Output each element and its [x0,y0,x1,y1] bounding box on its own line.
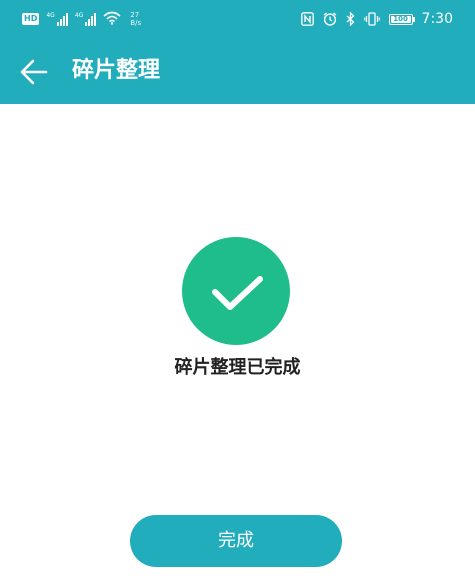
arrow-left-icon [20,59,48,85]
wifi-icon [103,10,121,29]
alarm-icon [323,12,337,26]
page-title: 碎片整理 [72,58,161,83]
bluetooth-icon [346,12,355,26]
signal-1-label: 4G [46,12,55,19]
cellular-signal-icon: 4G [46,12,68,26]
network-speed: 27 B/s [130,11,141,27]
header: HD 4G 4G 27 B/s 100 7:30 碎片整理 [0,0,475,104]
done-button[interactable]: 完成 [130,515,342,567]
completion-message: 碎片整理已完成 [174,357,301,378]
nfc-icon [300,12,314,26]
status-bar-left: HD 4G 4G 27 B/s [22,9,141,29]
status-bar-right: 100 7:30 [300,9,453,29]
network-speed-value: 27 [130,11,140,19]
status-clock: 7:30 [421,11,453,27]
battery-level: 100 [393,14,408,23]
app-bar: 碎片整理 [0,36,475,104]
cellular-signal-icon: 4G [74,12,97,26]
hd-badge: HD [22,13,40,25]
check-circle-icon [182,237,290,345]
status-bar: HD 4G 4G 27 B/s 100 7:30 [0,0,475,36]
back-button[interactable] [16,54,52,90]
vibrate-icon [363,12,380,26]
signal-2-label: 4G [74,12,84,19]
battery-icon: 100 [388,13,415,25]
network-speed-unit: B/s [130,19,142,27]
